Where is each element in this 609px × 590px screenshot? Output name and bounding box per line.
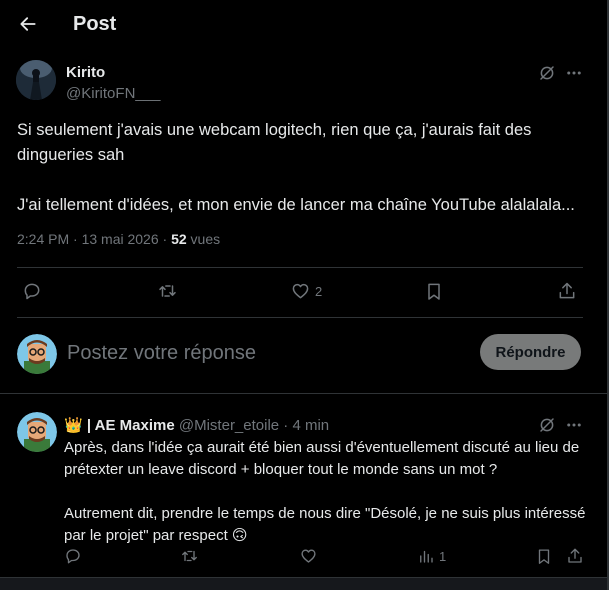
reply-submit-button[interactable]: Répondre <box>480 334 581 370</box>
reply-author-avatar[interactable] <box>17 412 57 452</box>
window-bottom-edge <box>0 578 609 590</box>
avatar-image <box>16 60 56 100</box>
grok-button[interactable] <box>536 414 558 436</box>
bookmark-icon <box>538 549 550 564</box>
analytics-icon <box>420 550 433 563</box>
views-label: vues <box>186 231 221 247</box>
grok-icon <box>540 66 554 80</box>
share-icon <box>559 282 575 299</box>
avatar-image <box>17 334 57 374</box>
reply-author-handle[interactable]: @Mister_etoile <box>179 417 279 434</box>
post-text: Si seulement j'avais une webcam logitech… <box>17 121 575 214</box>
share-action[interactable] <box>557 281 577 301</box>
author-handle[interactable]: @KiritoFN___ <box>66 85 160 102</box>
bookmark-action[interactable] <box>535 547 553 566</box>
like-count: 2 <box>315 283 323 299</box>
reply-timestamp[interactable]: · 4 min <box>279 417 329 434</box>
author-avatar[interactable] <box>16 60 56 100</box>
repost-icon <box>159 285 176 297</box>
repost-action[interactable] <box>180 547 199 565</box>
share-action[interactable] <box>566 547 584 565</box>
author-name[interactable]: Kirito <box>66 64 105 81</box>
divider <box>17 317 583 318</box>
reply-author-name[interactable]: | AE Maxime <box>87 417 175 434</box>
views-count: 1 <box>439 548 447 564</box>
views-count: 52 <box>171 231 187 247</box>
more-icon <box>567 71 581 75</box>
current-user-avatar[interactable] <box>17 334 57 374</box>
reply-action[interactable] <box>22 281 42 301</box>
reply-header: 👑 | AE Maxime @Mister_etoile · 4 min <box>64 416 329 434</box>
more-options-button[interactable] <box>563 414 585 436</box>
reply-icon <box>24 283 40 300</box>
divider <box>0 393 607 394</box>
crown-emoji: 👑 <box>64 417 83 434</box>
more-options-button[interactable] <box>563 62 585 84</box>
heart-icon <box>292 283 309 299</box>
views-action[interactable]: 1 <box>417 547 446 565</box>
avatar-image <box>17 412 57 452</box>
repost-action[interactable] <box>157 281 178 301</box>
more-icon <box>567 423 581 427</box>
like-action[interactable] <box>299 547 318 565</box>
bookmark-icon <box>428 283 440 300</box>
repost-icon <box>182 550 197 562</box>
reply-input[interactable]: Postez votre réponse <box>67 342 256 365</box>
bookmark-action[interactable] <box>424 281 444 302</box>
reply-text: Après, dans l'idée ça aurait été bien au… <box>64 439 586 544</box>
post-meta: 2:24 PM · 13 mai 2026 · 52 vues <box>17 231 220 247</box>
page-title: Post <box>73 13 117 35</box>
divider <box>17 267 583 268</box>
top-bar: Post <box>0 0 607 52</box>
like-action[interactable]: 2 <box>290 281 322 301</box>
reply-action[interactable] <box>64 547 82 565</box>
post-timestamp[interactable]: 2:24 PM · 13 mai 2026 · <box>17 231 171 247</box>
grok-icon <box>540 418 554 432</box>
heart-icon <box>301 549 316 563</box>
share-icon <box>568 548 582 563</box>
reply-icon <box>66 549 80 564</box>
grok-button[interactable] <box>536 62 558 84</box>
arrow-left-icon <box>20 17 36 31</box>
back-button[interactable] <box>16 12 40 36</box>
